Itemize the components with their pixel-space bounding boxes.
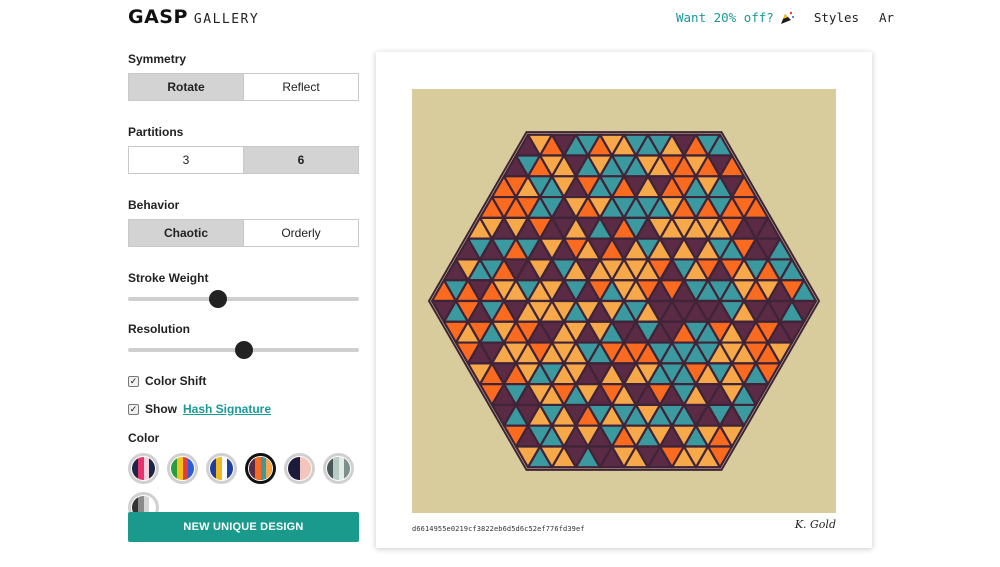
color-shift-option: ✓ Color Shift [128,374,359,388]
palette-stripe [149,457,155,480]
palette-stripe [305,457,311,480]
nav-styles-link[interactable]: Styles [814,10,859,25]
color-shift-checkbox[interactable]: ✓ [128,375,139,387]
behavior-toggle: Chaotic Orderly [128,219,359,247]
party-popper-icon [780,11,794,24]
discount-promo-link[interactable]: Want 20% off? [676,10,794,25]
gasp-gallery-logo[interactable]: GASP GALLERY [128,6,259,28]
color-shift-label: Color Shift [145,374,207,388]
color-palette-swatch[interactable] [206,453,237,484]
palette-preview [131,456,156,481]
hash-signature-link[interactable]: Hash Signature [183,402,271,416]
hash-signature-text: d6614955e0219cf3822eb6d5d6c52ef776fd39ef [412,525,585,533]
palette-preview [170,456,195,481]
palette-preview [287,456,312,481]
logo-subtitle: GALLERY [193,12,260,27]
color-palette-swatch[interactable] [128,453,159,484]
slider-thumb[interactable] [209,290,228,308]
symmetry-label: Symmetry [128,52,187,66]
color-palette-swatch[interactable] [284,453,315,484]
hash-signature-option: ✓ Show Hash Signature [128,402,359,416]
palette-stripe [188,457,194,480]
symmetry-reflect-button[interactable]: Reflect [243,74,358,100]
promo-label: Want 20% off? [676,10,774,25]
generative-artwork [412,89,836,513]
design-controls-panel: Symmetry Rotate Reflect Partitions 3 6 B… [128,52,359,523]
resolution-slider[interactable] [128,341,359,359]
stroke-weight-label: Stroke Weight [128,271,209,285]
artist-signature: K. Gold [794,518,836,531]
partitions-6-button[interactable]: 6 [243,147,358,173]
partitions-3-button[interactable]: 3 [129,147,243,173]
partitions-toggle: 3 6 [128,146,359,174]
palette-stripe [227,457,233,480]
slider-track [128,297,359,301]
hash-signature-prefix: Show [145,402,177,416]
top-navigation: Want 20% off? Styles Ar [676,10,894,25]
stroke-weight-slider[interactable] [128,290,359,308]
behavior-label: Behavior [128,198,180,212]
symmetry-rotate-button[interactable]: Rotate [129,74,243,100]
logo-wordmark: GASP [128,6,188,28]
color-palette-swatch[interactable] [167,453,198,484]
behavior-orderly-button[interactable]: Orderly [243,220,358,246]
palette-preview [248,456,273,481]
color-label: Color [128,431,160,445]
resolution-label: Resolution [128,322,190,336]
new-unique-design-button[interactable]: NEW UNIQUE DESIGN [128,512,359,542]
color-palette-swatch[interactable] [323,453,354,484]
nav-truncated-link[interactable]: Ar [879,10,894,25]
palette-stripe [344,457,350,480]
color-palette-swatch[interactable] [245,453,276,484]
behavior-chaotic-button[interactable]: Chaotic [129,220,243,246]
palette-preview [326,456,351,481]
palette-preview [209,456,234,481]
slider-thumb[interactable] [234,341,253,359]
artwork-preview-card: d6614955e0219cf3822eb6d5d6c52ef776fd39ef… [376,52,872,548]
partitions-label: Partitions [128,125,184,139]
palette-stripe [266,457,272,480]
symmetry-toggle: Rotate Reflect [128,73,359,101]
hash-signature-checkbox[interactable]: ✓ [128,403,139,415]
